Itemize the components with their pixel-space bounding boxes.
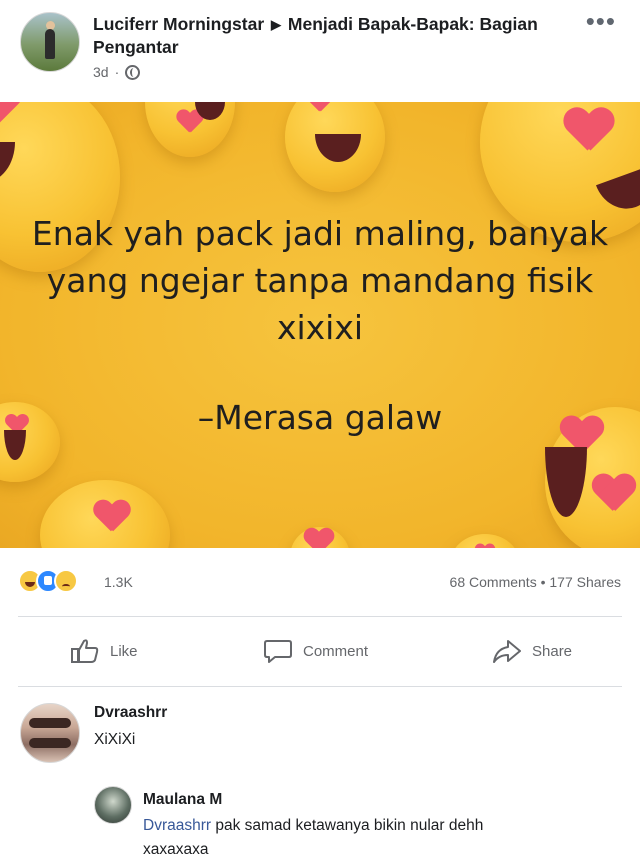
- reaction-count[interactable]: 1.3K: [104, 574, 133, 590]
- commenter-avatar[interactable]: [94, 786, 132, 824]
- author-name[interactable]: Luciferr Morningstar: [93, 14, 264, 34]
- commenter-name[interactable]: Maulana M: [143, 791, 222, 809]
- reply-text: pak samad ketawanya bikin nular dehh: [211, 817, 484, 834]
- heart-eyes-emoji-icon: [40, 480, 170, 548]
- stats-separator: •: [540, 574, 546, 590]
- post-stats: 68 Comments • 177 Shares: [450, 574, 621, 590]
- shares-count[interactable]: 177 Shares: [549, 574, 621, 590]
- share-label: Share: [532, 642, 573, 660]
- arrow-right-icon: ▶: [271, 17, 282, 32]
- heart-eyes-emoji-icon: [285, 102, 385, 192]
- commenter-name[interactable]: Dvraashrr: [94, 704, 167, 722]
- mention-link[interactable]: Dvraashrr: [143, 817, 211, 834]
- comment-button[interactable]: Comment: [263, 634, 368, 668]
- like-button[interactable]: Like: [70, 634, 138, 668]
- reaction-icons[interactable]: [18, 569, 78, 593]
- globe-icon: [125, 64, 141, 80]
- like-label: Like: [110, 642, 138, 660]
- comment-label: Comment: [303, 642, 369, 660]
- comment-text: XiXiXi: [94, 731, 136, 748]
- heart-eyes-emoji-icon: [290, 527, 350, 548]
- more-options-button[interactable]: •••: [586, 6, 616, 37]
- post-image[interactable]: Enak yah pack jadi maling, banyak yang n…: [0, 102, 640, 548]
- post-time[interactable]: 3d: [93, 64, 109, 80]
- post-meta: 3d ·: [93, 64, 141, 80]
- heart-eyes-emoji-icon: [450, 534, 520, 548]
- thumbs-up-icon: [71, 639, 99, 663]
- comment-bubble-icon: [264, 640, 292, 663]
- comments-count[interactable]: 68 Comments: [450, 574, 537, 590]
- author-avatar[interactable]: [20, 12, 80, 72]
- comment-text-continued: xaxaxaxa: [143, 841, 209, 858]
- meta-separator: ·: [114, 64, 120, 80]
- share-button[interactable]: Share: [492, 634, 572, 668]
- quote-text: Enak yah pack jadi maling, banyak yang n…: [31, 214, 609, 347]
- commenter-avatar[interactable]: [20, 703, 80, 763]
- heart-eyes-emoji-icon: [145, 102, 235, 157]
- divider: [18, 686, 622, 687]
- post-header: Luciferr Morningstar ▶ Menjadi Bapak-Bap…: [0, 0, 640, 102]
- comment-text: Dvraashrr pak samad ketawanya bikin nula…: [143, 817, 483, 835]
- quote-signature: –Merasa galaw: [197, 398, 443, 437]
- share-arrow-icon: [493, 640, 521, 663]
- post-title: Luciferr Morningstar ▶ Menjadi Bapak-Bap…: [93, 13, 573, 59]
- sad-reaction-icon: [54, 569, 78, 593]
- divider: [18, 616, 622, 617]
- reactions-bar: 1.3K 68 Comments • 177 Shares: [0, 555, 640, 607]
